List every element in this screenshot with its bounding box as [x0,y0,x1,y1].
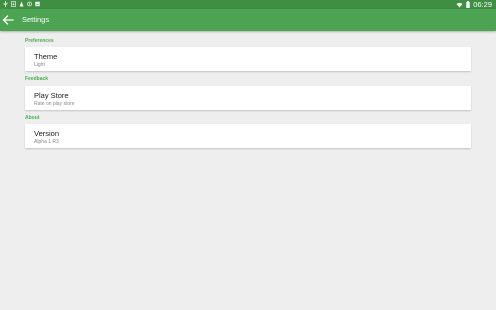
image-icon [35,1,40,7]
battery-icon [466,1,470,8]
section-header-preferences: Preferences [25,38,54,44]
setting-title: Play Store [34,91,69,100]
status-bar-system: 06:29 [456,0,492,9]
settings-icon [27,1,32,7]
setting-subtitle: Alpha 1 R3 [34,139,59,145]
setting-item-play-store[interactable]: Play Store Rate on play store [25,86,471,110]
wifi-icon [456,2,463,7]
setting-item-theme[interactable]: Theme Light [25,47,471,71]
setting-subtitle: Rate on play store [34,101,75,107]
status-bar-notifications [3,1,40,7]
app-toolbar: Settings [0,9,496,31]
setting-subtitle: Light [34,62,45,68]
page-title: Settings [22,15,50,24]
section-header-feedback: Feedback [25,76,49,82]
warning-icon [19,1,24,7]
usb-icon [3,1,8,7]
setting-item-version[interactable]: Version Alpha 1 R3 [25,124,471,148]
status-bar: 06:29 [0,0,496,9]
arrow-left-icon[interactable] [2,14,14,26]
setting-title: Version [34,129,60,138]
download-icon [11,1,16,7]
clock: 06:29 [473,0,492,9]
setting-title: Theme [34,52,58,61]
section-header-about: About [25,115,40,121]
